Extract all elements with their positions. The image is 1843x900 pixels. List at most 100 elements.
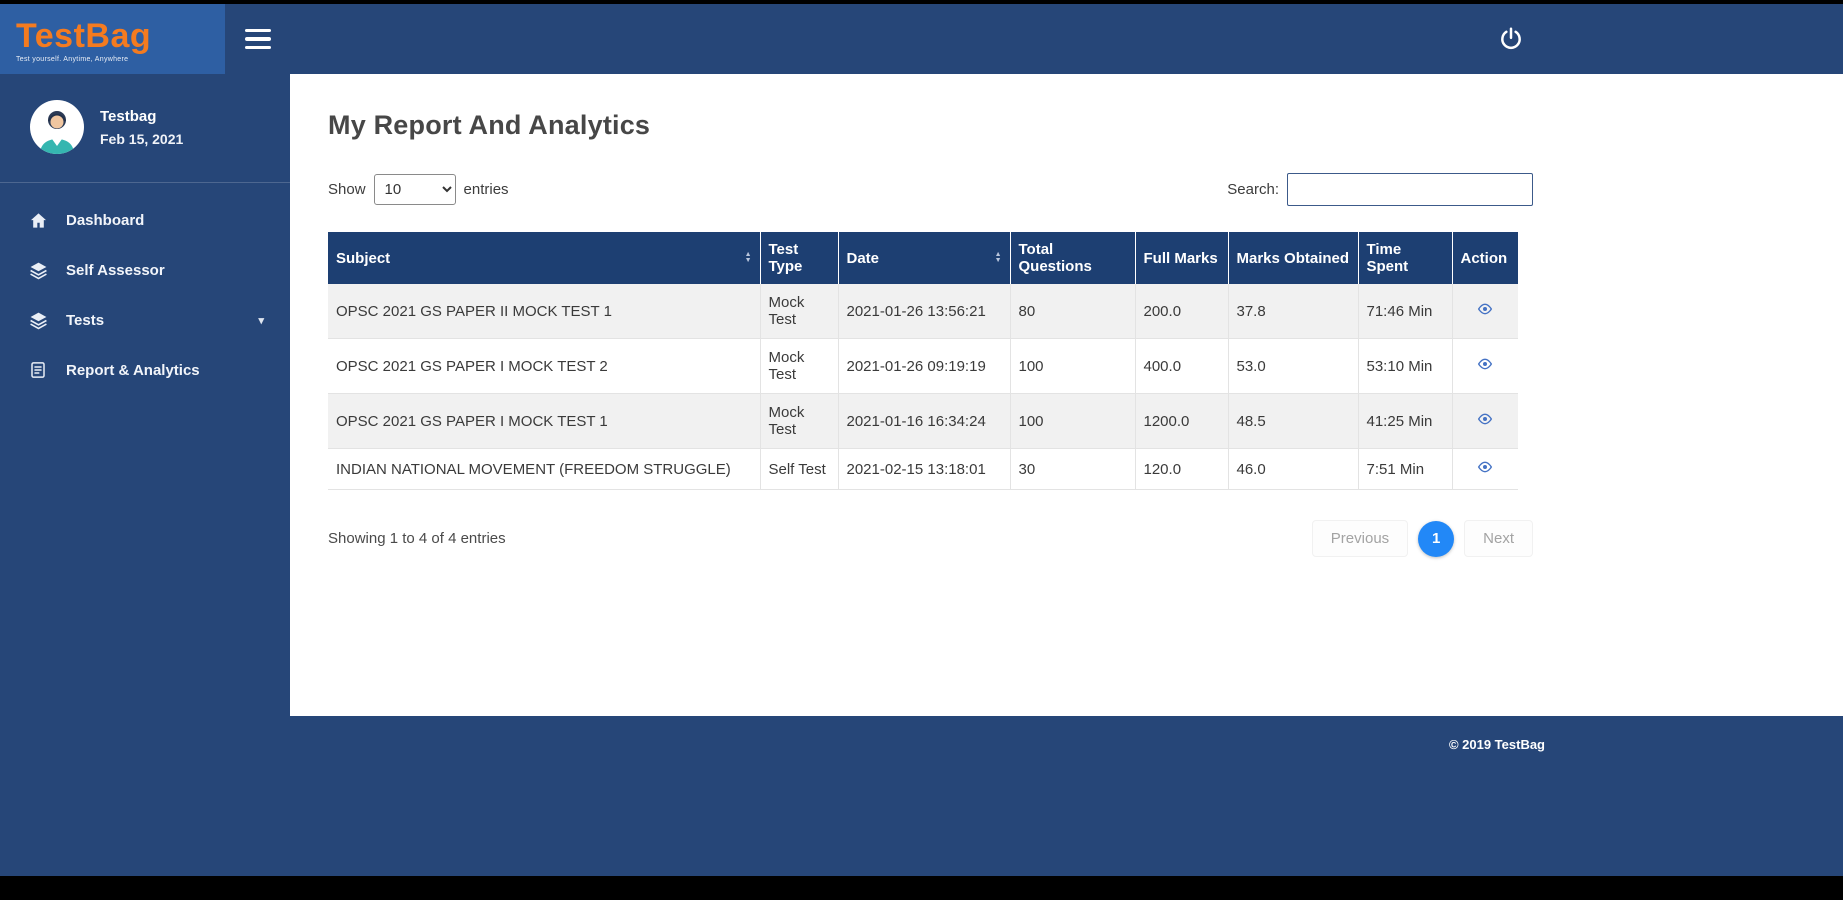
view-report-button[interactable] <box>1477 301 1493 317</box>
brand-logo[interactable]: TestBag Test yourself. Anytime, Anywhere <box>0 4 225 74</box>
cell-total-questions: 100 <box>1010 393 1136 449</box>
sidebar: Testbag Feb 15, 2021 Dashboard Self Asse… <box>0 74 290 880</box>
eye-icon <box>1478 413 1493 425</box>
view-report-button[interactable] <box>1477 411 1493 427</box>
search-input[interactable] <box>1287 173 1533 206</box>
cell-action <box>1452 393 1518 449</box>
brand-name: TestBag <box>16 16 152 55</box>
table-row: OPSC 2021 GS PAPER II MOCK TEST 1 Mock T… <box>328 284 1518 339</box>
chevron-down-icon: ▾ <box>258 314 264 327</box>
search-label: Search: <box>1227 181 1279 198</box>
column-header-subject[interactable]: Subject ▲ ▼ <box>328 232 761 284</box>
cell-action <box>1452 448 1518 490</box>
cell-marks-obtained: 37.8 <box>1228 284 1359 339</box>
hamburger-icon <box>244 28 271 50</box>
sort-icon: ▲ ▼ <box>744 251 752 264</box>
cell-total-questions: 30 <box>1010 448 1136 490</box>
eye-icon <box>1478 303 1493 315</box>
sidebar-item-tests[interactable]: Tests ▾ <box>0 295 290 345</box>
entries-label: entries <box>463 181 509 198</box>
view-report-button[interactable] <box>1477 356 1493 372</box>
table-header-row: Subject ▲ ▼ Test Type Date ▲ ▼ Total Quest… <box>328 232 1518 284</box>
view-report-button[interactable] <box>1477 459 1493 475</box>
user-date: Feb 15, 2021 <box>100 130 184 147</box>
entries-info: Showing 1 to 4 of 4 entries <box>328 530 506 547</box>
power-icon <box>1501 27 1521 49</box>
column-header-marks-obtained[interactable]: Marks Obtained <box>1228 232 1359 284</box>
cell-marks-obtained: 53.0 <box>1228 338 1359 394</box>
cell-marks-obtained: 46.0 <box>1228 448 1359 490</box>
cell-subject: OPSC 2021 GS PAPER I MOCK TEST 2 <box>328 338 761 394</box>
sidebar-item-dashboard[interactable]: Dashboard <box>0 195 290 245</box>
cell-date: 2021-01-26 13:56:21 <box>838 284 1011 339</box>
column-header-action: Action <box>1452 232 1518 284</box>
cell-subject: OPSC 2021 GS PAPER II MOCK TEST 1 <box>328 284 761 339</box>
table-row: OPSC 2021 GS PAPER I MOCK TEST 2 Mock Te… <box>328 338 1518 394</box>
sidebar-divider <box>0 182 290 183</box>
cell-date: 2021-01-16 16:34:24 <box>838 393 1011 449</box>
cell-full-marks: 1200.0 <box>1135 393 1229 449</box>
header-bar <box>290 4 1843 74</box>
cell-full-marks: 120.0 <box>1135 448 1229 490</box>
cell-time-spent: 7:51 Min <box>1358 448 1453 490</box>
cell-subject: OPSC 2021 GS PAPER I MOCK TEST 1 <box>328 393 761 449</box>
cell-test-type: Self Test <box>760 448 839 490</box>
sidebar-item-label: Self Assessor <box>66 261 165 279</box>
main-content: My Report And Analytics Show 10 entries … <box>290 74 1843 716</box>
previous-page-button[interactable]: Previous <box>1311 520 1409 557</box>
current-page-button[interactable]: 1 <box>1418 520 1455 557</box>
column-header-full-marks[interactable]: Full Marks <box>1135 232 1229 284</box>
user-meta: Testbag Feb 15, 2021 <box>100 108 183 147</box>
user-card: Testbag Feb 15, 2021 <box>0 74 290 178</box>
sidebar-nav: Dashboard Self Assessor Tests ▾ Report &… <box>0 195 290 395</box>
user-name: Testbag <box>100 107 157 125</box>
sidebar-item-label: Report & Analytics <box>66 361 200 379</box>
sidebar-item-self-assessor[interactable]: Self Assessor <box>0 245 290 295</box>
sidebar-item-label: Dashboard <box>66 211 145 229</box>
cell-action <box>1452 284 1518 339</box>
sidebar-item-report-analytics[interactable]: Report & Analytics <box>0 345 290 395</box>
brand-tagline: Test yourself. Anytime, Anywhere <box>16 55 129 63</box>
top-header: TestBag Test yourself. Anytime, Anywhere <box>0 4 1843 74</box>
next-page-button[interactable]: Next <box>1464 520 1533 557</box>
copyright-text: © 2019 TestBag <box>1448 737 1545 752</box>
cell-time-spent: 41:25 Min <box>1358 393 1453 449</box>
table-row: OPSC 2021 GS PAPER I MOCK TEST 1 Mock Te… <box>328 393 1518 449</box>
layers-icon <box>28 310 48 330</box>
cell-total-questions: 80 <box>1010 284 1136 339</box>
cell-time-spent: 53:10 Min <box>1358 338 1453 394</box>
cell-date: 2021-01-26 09:19:19 <box>838 338 1011 394</box>
search-control: Search: <box>1227 173 1533 206</box>
entries-select[interactable]: 10 <box>373 174 456 205</box>
cell-full-marks: 400.0 <box>1135 338 1229 394</box>
cell-test-type: Mock Test <box>760 284 839 339</box>
eye-icon <box>1478 461 1493 473</box>
column-header-time-spent[interactable]: Time Spent <box>1358 232 1453 284</box>
cell-test-type: Mock Test <box>760 393 839 449</box>
logout-button[interactable] <box>1494 22 1528 56</box>
column-header-test-type[interactable]: Test Type <box>760 232 839 284</box>
cell-date: 2021-02-15 13:18:01 <box>838 448 1011 490</box>
cell-action <box>1452 338 1518 394</box>
user-avatar <box>30 100 84 154</box>
cell-time-spent: 71:46 Min <box>1358 284 1453 339</box>
layers-icon <box>28 260 48 280</box>
cell-test-type: Mock Test <box>760 338 839 394</box>
show-label: Show <box>328 181 366 198</box>
page-title: My Report And Analytics <box>328 110 651 140</box>
entries-control: Show 10 entries <box>328 174 509 205</box>
table-controls: Show 10 entries Search: <box>328 173 1533 206</box>
sidebar-item-label: Tests <box>66 311 105 329</box>
cell-total-questions: 100 <box>1010 338 1136 394</box>
cell-full-marks: 200.0 <box>1135 284 1229 339</box>
sidebar-toggle-button[interactable] <box>225 4 290 74</box>
person-icon <box>40 111 74 154</box>
report-table: Subject ▲ ▼ Test Type Date ▲ ▼ Total Quest… <box>328 232 1518 490</box>
column-header-date[interactable]: Date ▲ ▼ <box>838 232 1011 284</box>
pagination: Previous 1 Next <box>1311 520 1533 557</box>
report-icon <box>28 360 48 380</box>
cell-marks-obtained: 48.5 <box>1228 393 1359 449</box>
table-row: INDIAN NATIONAL MOVEMENT (FREEDOM STRUGG… <box>328 448 1518 490</box>
app-window: TestBag Test yourself. Anytime, Anywhere <box>0 4 1843 876</box>
column-header-total-questions[interactable]: Total Questions <box>1010 232 1136 284</box>
